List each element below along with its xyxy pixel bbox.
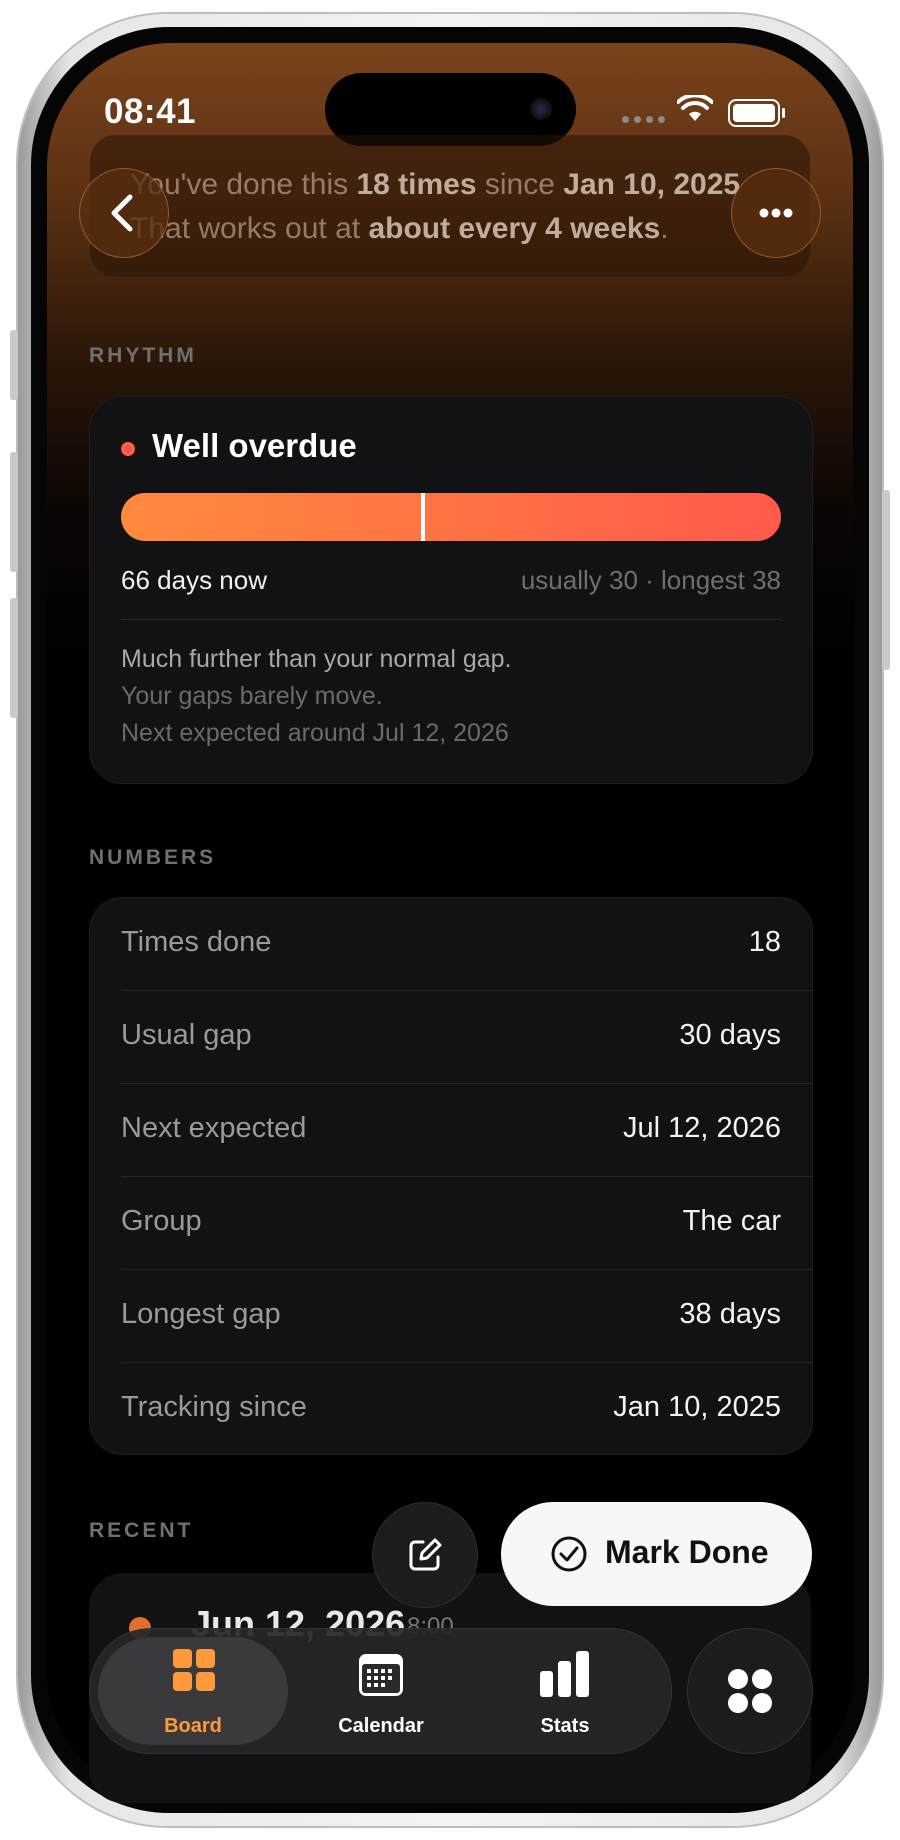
ellipsis-icon <box>759 208 793 218</box>
stat-label: Longest gap <box>121 1298 281 1330</box>
stat-label: Group <box>121 1205 202 1237</box>
numbers-card: Times done 18 Usual gap 30 days Next expec… <box>89 897 813 1455</box>
mute-switch <box>10 330 18 400</box>
rhythm-card: Well overdue 66 days now usually 30 · lo… <box>89 396 813 784</box>
camera-icon <box>530 98 552 120</box>
calendar-icon <box>359 1654 403 1696</box>
tab-board-label: Board <box>164 1715 222 1737</box>
rhythm-note-next: Next expected around Jul 12, 2026 <box>121 719 509 747</box>
mark-done-button[interactable]: Mark Done <box>501 1502 812 1606</box>
back-button[interactable] <box>79 168 169 258</box>
mark-done-label: Mark Done <box>605 1534 769 1570</box>
apps-dots-icon <box>728 1669 772 1713</box>
volume-down-button <box>10 598 18 718</box>
battery-icon <box>728 99 785 127</box>
stat-row: Tracking since Jan 10, 2025 <box>90 1363 812 1454</box>
stat-value: Jan 10, 2025 <box>613 1391 781 1423</box>
tab-calendar[interactable]: Calendar <box>286 1629 476 1753</box>
tab-stats[interactable]: Stats <box>470 1629 660 1753</box>
stat-label: Times done <box>121 926 272 958</box>
stat-value: 38 days <box>679 1298 781 1330</box>
stat-row: Group The car <box>90 1177 812 1270</box>
status-dot <box>121 442 135 456</box>
edit-note-icon <box>409 1538 442 1571</box>
summary-banner: You've done this 18 times since Jan 10, … <box>90 135 810 277</box>
stat-row: Next expected Jul 12, 2026 <box>90 1084 812 1177</box>
stat-label: Usual gap <box>121 1019 252 1051</box>
gap-comparison: usually 30 · longest 38 <box>520 565 781 595</box>
apps-button[interactable] <box>687 1628 813 1754</box>
stat-label: Next expected <box>121 1112 307 1144</box>
status-time: 08:41 <box>104 92 197 131</box>
board-grid-icon <box>173 1649 215 1691</box>
banner-line-1: You've done this 18 times since Jan 10, … <box>130 168 741 201</box>
stat-row: Longest gap 38 days <box>90 1270 812 1363</box>
more-button[interactable] <box>731 168 821 258</box>
rhythm-note-variability: Your gaps barely move. <box>121 682 383 710</box>
tab-stats-label: Stats <box>540 1715 590 1737</box>
current-gap: 66 days now <box>121 565 267 595</box>
rhythm-note: Much further than your normal gap. <box>121 645 512 673</box>
banner-line-2: That works out at about every 4 weeks. <box>130 212 669 245</box>
checkmark-circle-icon <box>551 1536 587 1572</box>
wifi-icon <box>677 95 713 121</box>
cellular-signal-icon <box>622 116 665 123</box>
side-button <box>882 490 890 670</box>
bar-chart-icon <box>540 1651 589 1697</box>
rhythm-status: Well overdue <box>152 427 357 464</box>
stat-row: Usual gap 30 days <box>90 991 812 1084</box>
stat-label: Tracking since <box>121 1391 307 1423</box>
gap-progress-bar <box>121 493 781 541</box>
stat-value: 18 <box>748 926 781 958</box>
rhythm-section-label: RHYTHM <box>89 344 197 367</box>
stat-row: Times done 18 <box>90 898 812 991</box>
usual-gap-marker <box>421 493 426 541</box>
stat-value: The car <box>682 1205 781 1237</box>
edit-button[interactable] <box>372 1502 478 1608</box>
tab-board[interactable]: Board <box>98 1637 288 1745</box>
tab-bar: Board Calendar Stats <box>89 1628 672 1754</box>
stat-value: 30 days <box>679 1019 781 1051</box>
tab-calendar-label: Calendar <box>338 1715 424 1737</box>
chevron-left-icon <box>111 194 133 232</box>
card-divider <box>121 619 781 620</box>
volume-up-button <box>10 452 18 572</box>
stat-value: Jul 12, 2026 <box>622 1112 781 1144</box>
numbers-section-label: NUMBERS <box>89 846 217 869</box>
recent-section-label: RECENT <box>89 1519 194 1542</box>
